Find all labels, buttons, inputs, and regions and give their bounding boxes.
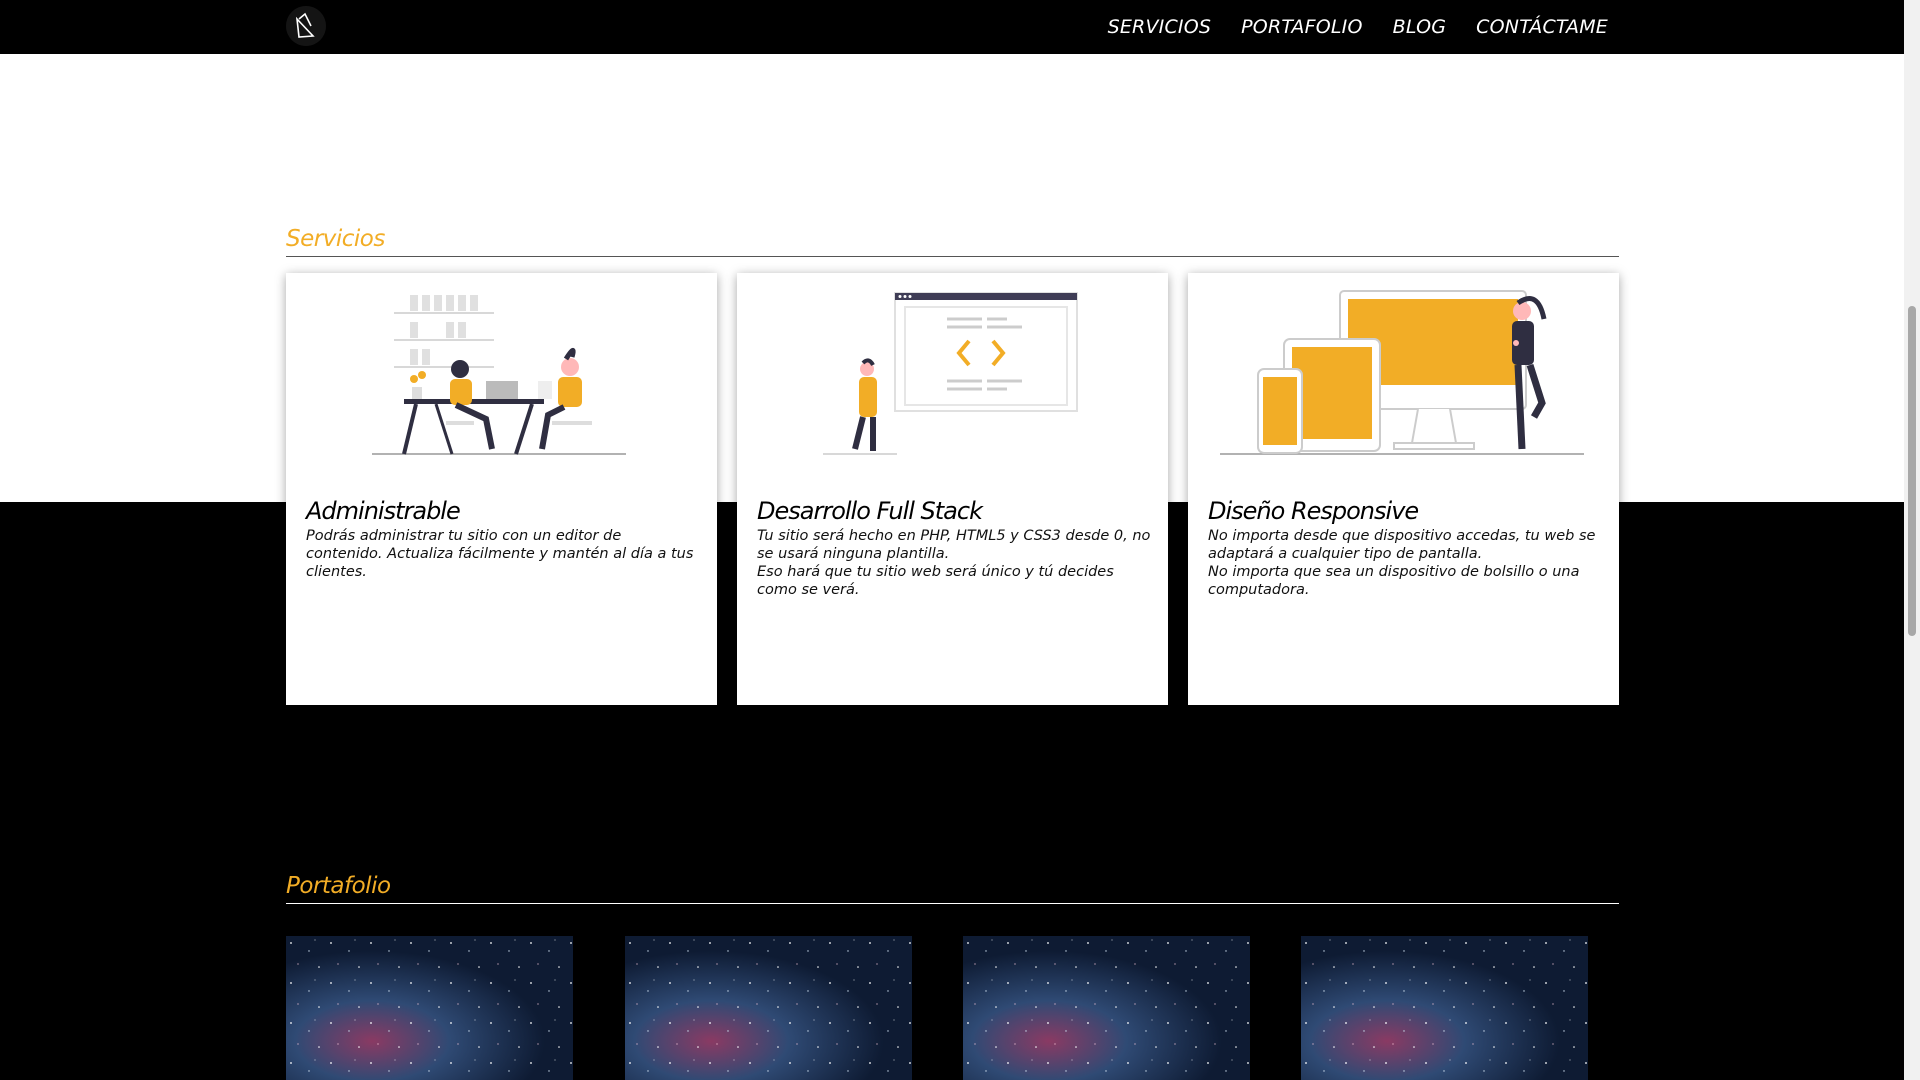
services-title: Servicios (286, 226, 385, 252)
portfolio-divider (286, 903, 1619, 904)
card-title: Diseño Responsive (1208, 497, 1419, 525)
card-description: No importa desde que dispositivo accedas… (1208, 527, 1603, 599)
page: SERVICIOS PORTAFOLIO BLOG CONTÁCTAME Ser… (0, 0, 1904, 1080)
galaxy-image (963, 936, 1250, 1080)
nav-link-portafolio[interactable]: PORTAFOLIO (1241, 16, 1363, 38)
card-description: Podrás administrar tu sitio con un edito… (306, 527, 701, 581)
card-title: Administrable (306, 497, 461, 525)
portfolio-title: Portafolio (286, 873, 391, 899)
nav-link-contactame[interactable]: CONTÁCTAME (1476, 16, 1608, 38)
top-navbar: SERVICIOS PORTAFOLIO BLOG CONTÁCTAME (0, 0, 1904, 54)
portfolio-item[interactable] (963, 936, 1250, 1080)
main-menu: SERVICIOS PORTAFOLIO BLOG CONTÁCTAME (1108, 0, 1608, 54)
service-card-responsive: Diseño Responsive No importa desde que d… (1188, 273, 1619, 705)
team-working-illustration (372, 295, 626, 455)
card-description: Tu sitio será hecho en PHP, HTML5 y CSS3… (757, 527, 1152, 599)
bird-logo-icon[interactable] (286, 6, 326, 46)
card-description-line: No importa desde que dispositivo accedas… (1208, 528, 1596, 562)
nav-link-servicios[interactable]: SERVICIOS (1108, 16, 1212, 38)
card-description-line: Eso hará que tu sitio web será único y t… (757, 564, 1114, 598)
services-divider (286, 256, 1619, 257)
scrollbar-thumb[interactable] (1908, 306, 1916, 636)
galaxy-image (625, 936, 912, 1080)
galaxy-image (286, 936, 573, 1080)
code-window-illustration (823, 292, 1078, 455)
galaxy-image (1301, 936, 1588, 1080)
card-title: Desarrollo Full Stack (757, 497, 983, 525)
portfolio-item[interactable] (1301, 936, 1588, 1080)
card-description-line: No importa que sea un dispositivo de bol… (1208, 564, 1580, 598)
portfolio-item[interactable] (625, 936, 912, 1080)
service-card-administrable: Administrable Podrás administrar tu siti… (286, 273, 717, 705)
nav-link-blog[interactable]: BLOG (1393, 16, 1447, 38)
card-description-line: Podrás administrar tu sitio con un edito… (306, 528, 694, 580)
card-description-line: Tu sitio será hecho en PHP, HTML5 y CSS3… (757, 528, 1151, 562)
portfolio-item[interactable] (286, 936, 573, 1080)
service-card-full-stack: Desarrollo Full Stack Tu sitio será hech… (737, 273, 1168, 705)
responsive-devices-illustration (1220, 290, 1584, 455)
vertical-scrollbar[interactable] (1904, 0, 1920, 1080)
